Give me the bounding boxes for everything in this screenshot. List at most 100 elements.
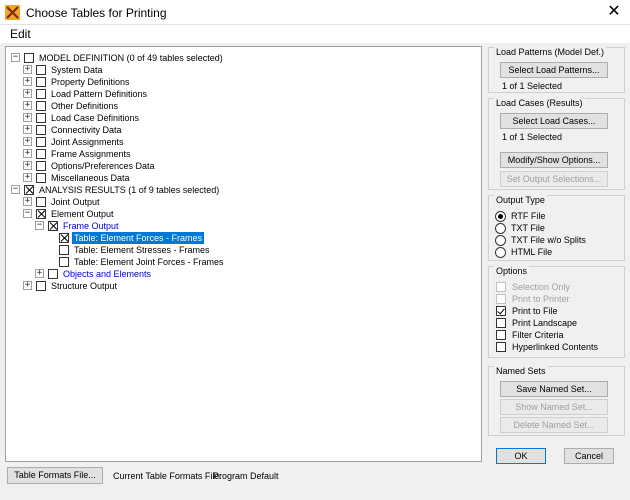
delete-named-set-button[interactable]: Delete Named Set... bbox=[500, 417, 608, 433]
checkbox[interactable] bbox=[496, 330, 506, 340]
tree-label: Objects and Elements bbox=[63, 269, 152, 279]
tree-label: Connectivity Data bbox=[51, 125, 122, 135]
table-formats-file-button[interactable]: Table Formats File... bbox=[7, 467, 103, 484]
group-title: Options bbox=[494, 266, 530, 276]
load-patterns-group: Load Patterns (Model Def.) Select Load P… bbox=[488, 47, 625, 93]
expand-icon[interactable]: + bbox=[23, 125, 32, 134]
tree-label: MODEL DEFINITION (0 of 49 tables selecte… bbox=[39, 53, 223, 63]
checkbox[interactable] bbox=[36, 161, 46, 171]
expand-icon[interactable]: + bbox=[23, 161, 32, 170]
checkbox[interactable] bbox=[36, 77, 46, 87]
radio[interactable] bbox=[495, 223, 506, 234]
checkbox-partial[interactable] bbox=[36, 209, 46, 219]
tree-label-selected: Table: Element Forces - Frames bbox=[72, 232, 205, 244]
menu-edit[interactable]: Edit bbox=[10, 27, 31, 41]
expand-icon[interactable]: + bbox=[23, 137, 32, 146]
save-named-set-button[interactable]: Save Named Set... bbox=[500, 381, 608, 397]
tree-label: Load Case Definitions bbox=[51, 113, 140, 123]
checkbox[interactable] bbox=[36, 173, 46, 183]
option-label: Print to File bbox=[512, 306, 558, 316]
select-load-cases-button[interactable]: Select Load Cases... bbox=[500, 113, 608, 129]
collapse-icon[interactable]: − bbox=[11, 185, 20, 194]
group-title: Output Type bbox=[494, 195, 547, 205]
checkbox[interactable] bbox=[496, 342, 506, 352]
radio-label: TXT File w/o Splits bbox=[511, 235, 586, 245]
collapse-icon[interactable]: − bbox=[11, 53, 20, 62]
option-label: Filter Criteria bbox=[512, 330, 564, 340]
checkbox[interactable] bbox=[36, 149, 46, 159]
current-formats-value: Program Default bbox=[213, 471, 279, 481]
checkbox[interactable] bbox=[36, 101, 46, 111]
expand-icon[interactable]: + bbox=[23, 197, 32, 206]
checkbox-partial[interactable] bbox=[24, 185, 34, 195]
radio[interactable] bbox=[495, 247, 506, 258]
expand-icon[interactable]: + bbox=[23, 77, 32, 86]
expand-icon[interactable]: + bbox=[23, 173, 32, 182]
menu-bar: Edit bbox=[0, 25, 630, 43]
checkbox[interactable] bbox=[59, 257, 69, 267]
checkbox-partial[interactable] bbox=[48, 221, 58, 231]
expand-icon[interactable]: + bbox=[23, 89, 32, 98]
load-cases-status: 1 of 1 Selected bbox=[502, 132, 563, 142]
tree-label: Joint Output bbox=[51, 197, 100, 207]
checkbox-disabled[interactable] bbox=[496, 282, 506, 292]
current-formats-label: Current Table Formats File: bbox=[113, 471, 222, 481]
tree-label: Load Pattern Definitions bbox=[51, 89, 148, 99]
checkbox[interactable] bbox=[36, 65, 46, 75]
expand-icon[interactable]: + bbox=[23, 65, 32, 74]
checkbox[interactable] bbox=[24, 53, 34, 63]
expand-icon[interactable]: + bbox=[23, 281, 32, 290]
tree-label: Frame Output bbox=[63, 221, 119, 231]
modify-show-options-button[interactable]: Modify/Show Options... bbox=[500, 152, 608, 168]
cancel-button[interactable]: Cancel bbox=[564, 448, 614, 464]
ok-button[interactable]: OK bbox=[496, 448, 546, 464]
group-title: Load Cases (Results) bbox=[494, 98, 585, 108]
tree-label: Table: Element Stresses - Frames bbox=[74, 245, 210, 255]
table-tree[interactable]: − MODEL DEFINITION (0 of 49 tables selec… bbox=[5, 46, 482, 462]
select-load-patterns-button[interactable]: Select Load Patterns... bbox=[500, 62, 608, 78]
tree-label: Miscellaneous Data bbox=[51, 173, 130, 183]
checkbox[interactable] bbox=[36, 125, 46, 135]
load-cases-group: Load Cases (Results) Select Load Cases..… bbox=[488, 98, 625, 190]
radio-label: TXT File bbox=[511, 223, 545, 233]
options-group: Options Selection Only Print to Printer … bbox=[488, 266, 625, 358]
expand-icon[interactable]: + bbox=[23, 101, 32, 110]
output-type-group: Output Type RTF File TXT File TXT File w… bbox=[488, 195, 625, 261]
checkbox[interactable] bbox=[36, 281, 46, 291]
tree-label: Other Definitions bbox=[51, 101, 119, 111]
checkbox[interactable] bbox=[48, 269, 58, 279]
group-title: Named Sets bbox=[494, 366, 548, 376]
expand-icon[interactable]: + bbox=[35, 269, 44, 278]
tree-label: System Data bbox=[51, 65, 103, 75]
tree-label: Options/Preferences Data bbox=[51, 161, 155, 171]
show-named-set-button[interactable]: Show Named Set... bbox=[500, 399, 608, 415]
expand-icon[interactable]: + bbox=[23, 149, 32, 158]
checkbox[interactable] bbox=[36, 89, 46, 99]
checkbox[interactable] bbox=[59, 245, 69, 255]
close-icon[interactable]: ✕ bbox=[604, 2, 624, 22]
expand-icon[interactable]: + bbox=[23, 113, 32, 122]
tree-label: Frame Assignments bbox=[51, 149, 131, 159]
collapse-icon[interactable]: − bbox=[35, 221, 44, 230]
option-label: Print to Printer bbox=[512, 294, 570, 304]
checkbox[interactable] bbox=[36, 137, 46, 147]
named-sets-group: Named Sets Save Named Set... Show Named … bbox=[488, 366, 625, 436]
load-patterns-status: 1 of 1 Selected bbox=[502, 81, 563, 91]
tree-label: Table: Element Joint Forces - Frames bbox=[74, 257, 224, 267]
radio[interactable] bbox=[495, 235, 506, 246]
tree-label: Joint Assignments bbox=[51, 137, 124, 147]
radio-label: RTF File bbox=[511, 211, 546, 221]
collapse-icon[interactable]: − bbox=[23, 209, 32, 218]
checkbox-disabled[interactable] bbox=[496, 294, 506, 304]
radio-label: HTML File bbox=[511, 247, 553, 257]
checkbox-checked[interactable] bbox=[59, 233, 69, 243]
checkbox-checked[interactable] bbox=[496, 306, 506, 316]
radio-selected[interactable] bbox=[495, 211, 506, 222]
tree-label: Property Definitions bbox=[51, 77, 130, 87]
set-output-selections-button[interactable]: Set Output Selections... bbox=[500, 171, 608, 187]
checkbox[interactable] bbox=[36, 197, 46, 207]
option-label: Print Landscape bbox=[512, 318, 578, 328]
tree-label: ANALYSIS RESULTS (1 of 9 tables selected… bbox=[39, 185, 220, 195]
checkbox[interactable] bbox=[496, 318, 506, 328]
checkbox[interactable] bbox=[36, 113, 46, 123]
